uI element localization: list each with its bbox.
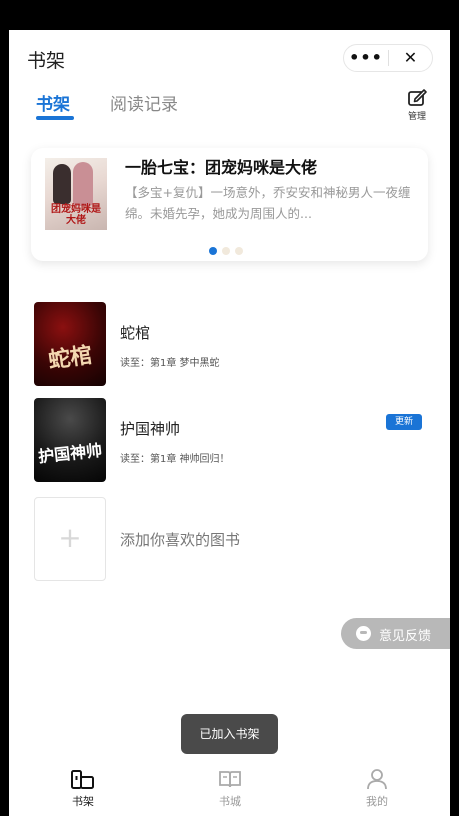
book-open-icon: [219, 771, 241, 788]
title-bar: 书架 ••• ✕: [9, 30, 450, 88]
book-cover-title: 护国神帅: [37, 440, 103, 467]
add-book-label[interactable]: 添加你喜欢的图书: [120, 529, 240, 550]
add-book-item[interactable]: + 添加你喜欢的图书: [34, 497, 426, 581]
mini-program-capsule: ••• ✕: [343, 44, 433, 72]
banner-book-title[interactable]: 一胎七宝：团宠妈咪是大佬: [125, 154, 317, 178]
tab-bookshelf[interactable]: 书架: [36, 90, 70, 115]
book-cover[interactable]: 蛇棺: [34, 302, 106, 386]
carousel-dot[interactable]: [235, 247, 243, 255]
book-cover-title: 蛇棺: [46, 343, 94, 374]
nav-item-profile[interactable]: 我的: [337, 768, 417, 809]
edit-icon: [408, 89, 427, 106]
nav-label: 我的: [366, 795, 388, 808]
feedback-label: 意见反馈: [379, 629, 432, 644]
chat-icon: [356, 626, 371, 641]
close-button[interactable]: ✕: [389, 45, 432, 71]
manage-button[interactable]: 管理: [402, 88, 432, 122]
feedback-button[interactable]: 意见反馈: [341, 618, 450, 649]
cover-figure: [53, 164, 71, 204]
update-badge: 更新: [386, 414, 422, 430]
carousel-dot-active[interactable]: [209, 247, 217, 255]
book-cover[interactable]: 护国神帅: [34, 398, 106, 482]
nav-item-bookshelf[interactable]: 书架: [43, 768, 123, 809]
plus-icon: +: [58, 521, 82, 554]
nav-label: 书城: [219, 795, 241, 808]
carousel-dots: [209, 247, 243, 255]
banner-book-description: 【多宝+复仇】一场意外，乔安安和神秘男人一夜缠绵。未婚先孕，她成为周围人的...: [125, 185, 411, 221]
nav-label: 书架: [72, 795, 94, 808]
more-button[interactable]: •••: [344, 45, 388, 71]
bookshelf-icon: [71, 770, 94, 789]
tab-reading-history[interactable]: 阅读记录: [110, 90, 178, 115]
add-book-button[interactable]: +: [34, 497, 106, 581]
page-title: 书架: [27, 50, 66, 72]
book-item[interactable]: 护国神帅 护国神帅 读至：第1章 神帅回归！ 更新: [34, 398, 426, 482]
user-icon: [367, 769, 387, 790]
manage-label: 管理: [407, 112, 426, 122]
tab-bar: 书架 阅读记录 管理: [9, 88, 450, 128]
toast-message: 已加入书架: [181, 714, 278, 754]
bottom-nav: 书架 书城 我的: [9, 760, 450, 816]
book-title[interactable]: 蛇棺: [120, 322, 150, 343]
carousel-dot[interactable]: [222, 247, 230, 255]
active-tab-indicator: [36, 116, 74, 120]
reading-progress: 读至：第1章 神帅回归！: [120, 454, 230, 465]
nav-item-bookstore[interactable]: 书城: [190, 768, 270, 809]
reading-progress: 读至：第1章 梦中黑蛇: [120, 358, 220, 369]
book-title[interactable]: 护国神帅: [120, 418, 180, 439]
banner-cover-title: 团宠妈咪是大佬: [51, 204, 101, 226]
banner-book-cover[interactable]: 团宠妈咪是大佬: [45, 158, 107, 230]
recommend-banner[interactable]: 团宠妈咪是大佬 一胎七宝：团宠妈咪是大佬 【多宝+复仇】一场意外，乔安安和神秘男…: [31, 148, 428, 261]
cover-figure: [73, 162, 93, 206]
book-item[interactable]: 蛇棺 蛇棺 读至：第1章 梦中黑蛇: [34, 302, 426, 386]
app-screen: 书架 ••• ✕ 书架 阅读记录 管理 团宠妈咪是大佬 一胎七宝：团宠妈咪是大佬…: [9, 30, 450, 816]
